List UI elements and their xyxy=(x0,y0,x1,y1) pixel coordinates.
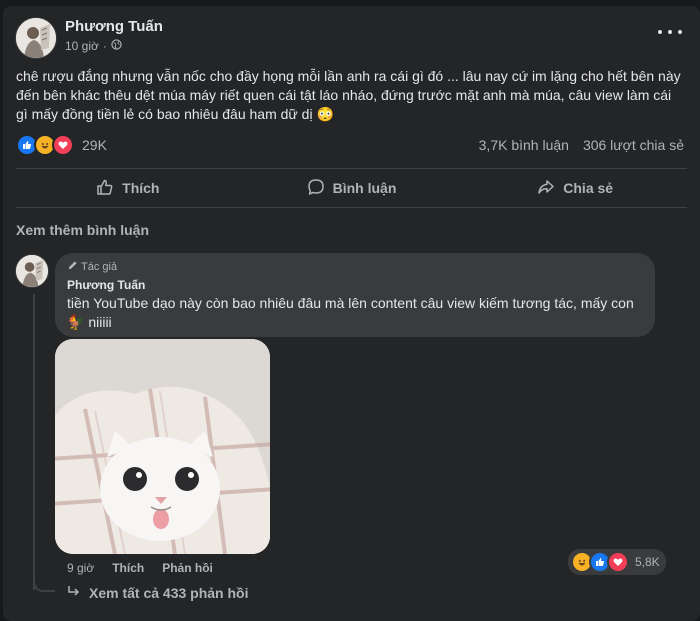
globe-icon xyxy=(111,39,122,53)
thread-connector xyxy=(33,576,55,592)
post-time[interactable]: 10 giờ xyxy=(65,39,99,53)
like-button[interactable]: Thích xyxy=(16,169,240,207)
share-button[interactable]: Chia sẻ xyxy=(463,169,687,207)
post-author-name[interactable]: Phương Tuấn xyxy=(65,18,163,35)
thread-line xyxy=(33,294,35,590)
comment-bubble-icon xyxy=(307,178,325,199)
comment-author-name[interactable]: Phương Tuấn xyxy=(67,278,145,292)
comment-count[interactable]: 3,7K bình luận xyxy=(479,137,569,153)
share-label: Chia sẻ xyxy=(563,180,614,196)
comment-time[interactable]: 9 giờ xyxy=(67,561,94,575)
share-count[interactable]: 306 lượt chia sẻ xyxy=(583,137,684,153)
comment-reply-button[interactable]: Phản hồi xyxy=(162,561,213,575)
comment-like-button[interactable]: Thích xyxy=(112,561,144,575)
more-dot-icon xyxy=(668,30,672,34)
view-all-replies-link[interactable]: Xem tất cả 433 phản hồi xyxy=(67,584,249,601)
see-more-comments-link[interactable]: Xem thêm bình luận xyxy=(16,222,149,238)
post-reactions[interactable]: 29K xyxy=(16,134,107,156)
comment-image-cat[interactable] xyxy=(55,339,270,554)
pencil-icon xyxy=(67,260,78,274)
divider xyxy=(16,207,687,208)
author-badge: Tác giả xyxy=(67,260,117,274)
comment-button[interactable]: Bình luận xyxy=(240,169,464,207)
reply-arrow-icon xyxy=(67,584,81,601)
post-meta: 10 giờ · xyxy=(65,39,122,53)
commenter-avatar[interactable] xyxy=(15,254,49,288)
comment-text: tiền YouTube dạo này còn bao nhiêu đâu m… xyxy=(67,295,634,330)
author-avatar[interactable] xyxy=(15,17,57,59)
comment-reactions[interactable]: 5,8K xyxy=(568,549,666,575)
comment-label: Bình luận xyxy=(332,180,397,196)
thumb-up-icon xyxy=(96,178,114,199)
more-dot-icon xyxy=(678,30,682,34)
comment-bubble: Tác giả Phương Tuấn tiền YouTube dạo này… xyxy=(55,253,655,337)
more-dot-icon xyxy=(658,30,662,34)
reaction-count: 29K xyxy=(82,137,107,153)
love-icon xyxy=(52,134,74,156)
more-options-button[interactable] xyxy=(658,26,682,38)
love-icon xyxy=(607,551,629,573)
view-replies-label: Xem tất cả 433 phản hồi xyxy=(89,584,249,601)
comment-reaction-count: 5,8K xyxy=(635,555,660,569)
action-bar: Thích Bình luận Chia sẻ xyxy=(16,169,687,207)
like-label: Thích xyxy=(122,180,160,196)
share-arrow-icon xyxy=(537,178,555,199)
author-badge-label: Tác giả xyxy=(81,261,118,273)
post-card: Phương Tuấn 10 giờ · chê rượu đắng nhưng… xyxy=(3,6,700,621)
comment-actions: 9 giờ Thích Phản hồi xyxy=(67,561,213,575)
post-text: chê rượu đắng nhưng vẫn nốc cho đầy họng… xyxy=(16,68,681,122)
post-stats: 3,7K bình luận 306 lượt chia sẻ xyxy=(479,137,684,153)
